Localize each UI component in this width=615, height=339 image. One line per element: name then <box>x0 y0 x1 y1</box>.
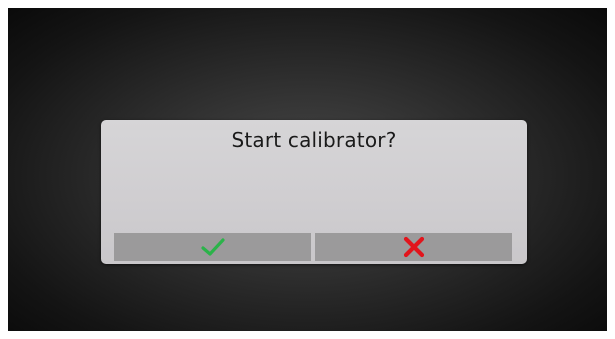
frame: Start calibrator? <box>0 0 615 339</box>
screen-background: Start calibrator? <box>8 8 607 331</box>
cancel-button[interactable] <box>315 233 512 261</box>
confirm-button[interactable] <box>114 233 311 261</box>
calibrator-dialog: Start calibrator? <box>101 120 527 264</box>
dialog-title: Start calibrator? <box>231 128 397 152</box>
x-icon <box>403 236 425 258</box>
checkmark-icon <box>200 237 225 257</box>
